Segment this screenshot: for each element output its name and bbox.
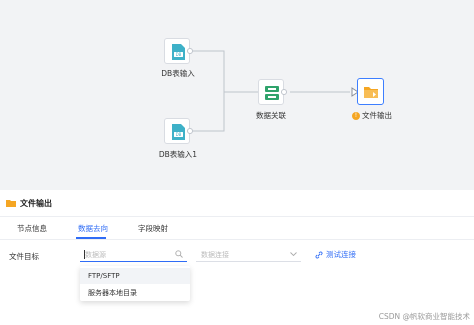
dropdown-option-ftp-label: FTP/SFTP [88, 272, 120, 280]
file-output-node[interactable] [357, 78, 384, 105]
dropdown-option-ftp[interactable]: FTP/SFTP [80, 268, 190, 284]
tab-data-destination[interactable]: 数据去向 [78, 223, 108, 234]
flow-canvas[interactable]: DB DB表输入 DB DB表输入1 数据关联 ! 文件输出 [0, 0, 474, 190]
watermark: CSDN @帆软商业智能技术 [378, 312, 470, 321]
search-icon [175, 250, 183, 258]
folder-icon [364, 87, 378, 98]
tab-node-info[interactable]: 节点信息 [17, 223, 47, 234]
file-target-label: 文件目标 [9, 252, 39, 261]
test-connection-text: 测试连接 [326, 250, 356, 259]
folder-icon [6, 200, 16, 207]
datasource-dropdown: FTP/SFTP 服务器本地目录 [80, 266, 190, 301]
db-input-1-label: DB表输入 [161, 69, 195, 78]
datasource-select[interactable]: 数据源 [80, 247, 187, 262]
test-connection-link[interactable]: 测试连接 [315, 249, 356, 260]
warning-icon: ! [352, 112, 360, 120]
dropdown-option-local-dir[interactable]: 服务器本地目录 [80, 284, 190, 300]
db-input-1-output-port[interactable] [187, 48, 193, 54]
db-input-2-output-port[interactable] [187, 128, 193, 134]
file-output-label-text: 文件输出 [362, 111, 392, 120]
panel-title: 文件输出 [20, 199, 52, 208]
database-table-icon: DB [172, 44, 185, 60]
node-properties-panel: 文件输出 节点信息 数据去向 字段映射 文件目标 数据源 数据连接 测试连接 F… [0, 190, 474, 325]
flow-edges [193, 50, 359, 132]
file-output-label: ! 文件输出 [347, 110, 397, 121]
data-join-output-port[interactable] [281, 89, 287, 95]
chevron-down-icon [290, 252, 297, 257]
data-join-label: 数据关联 [256, 111, 286, 120]
svg-text:DB: DB [176, 52, 182, 57]
dropdown-option-local-dir-label: 服务器本地目录 [88, 289, 137, 297]
data-join-icon [265, 86, 279, 100]
db-input-2-label: DB表输入1 [158, 150, 198, 159]
data-connection-placeholder: 数据连接 [201, 251, 229, 259]
datasource-placeholder: 数据源 [85, 251, 106, 259]
database-table-icon: DB [172, 124, 185, 140]
active-tab-indicator [76, 237, 106, 239]
tab-field-mapping[interactable]: 字段映射 [138, 223, 168, 234]
panel-header: 文件输出 [0, 190, 474, 217]
link-icon [315, 251, 323, 259]
data-connection-select[interactable]: 数据连接 [196, 247, 301, 262]
panel-tabs: 节点信息 数据去向 字段映射 [0, 217, 474, 240]
svg-text:DB: DB [176, 132, 182, 137]
